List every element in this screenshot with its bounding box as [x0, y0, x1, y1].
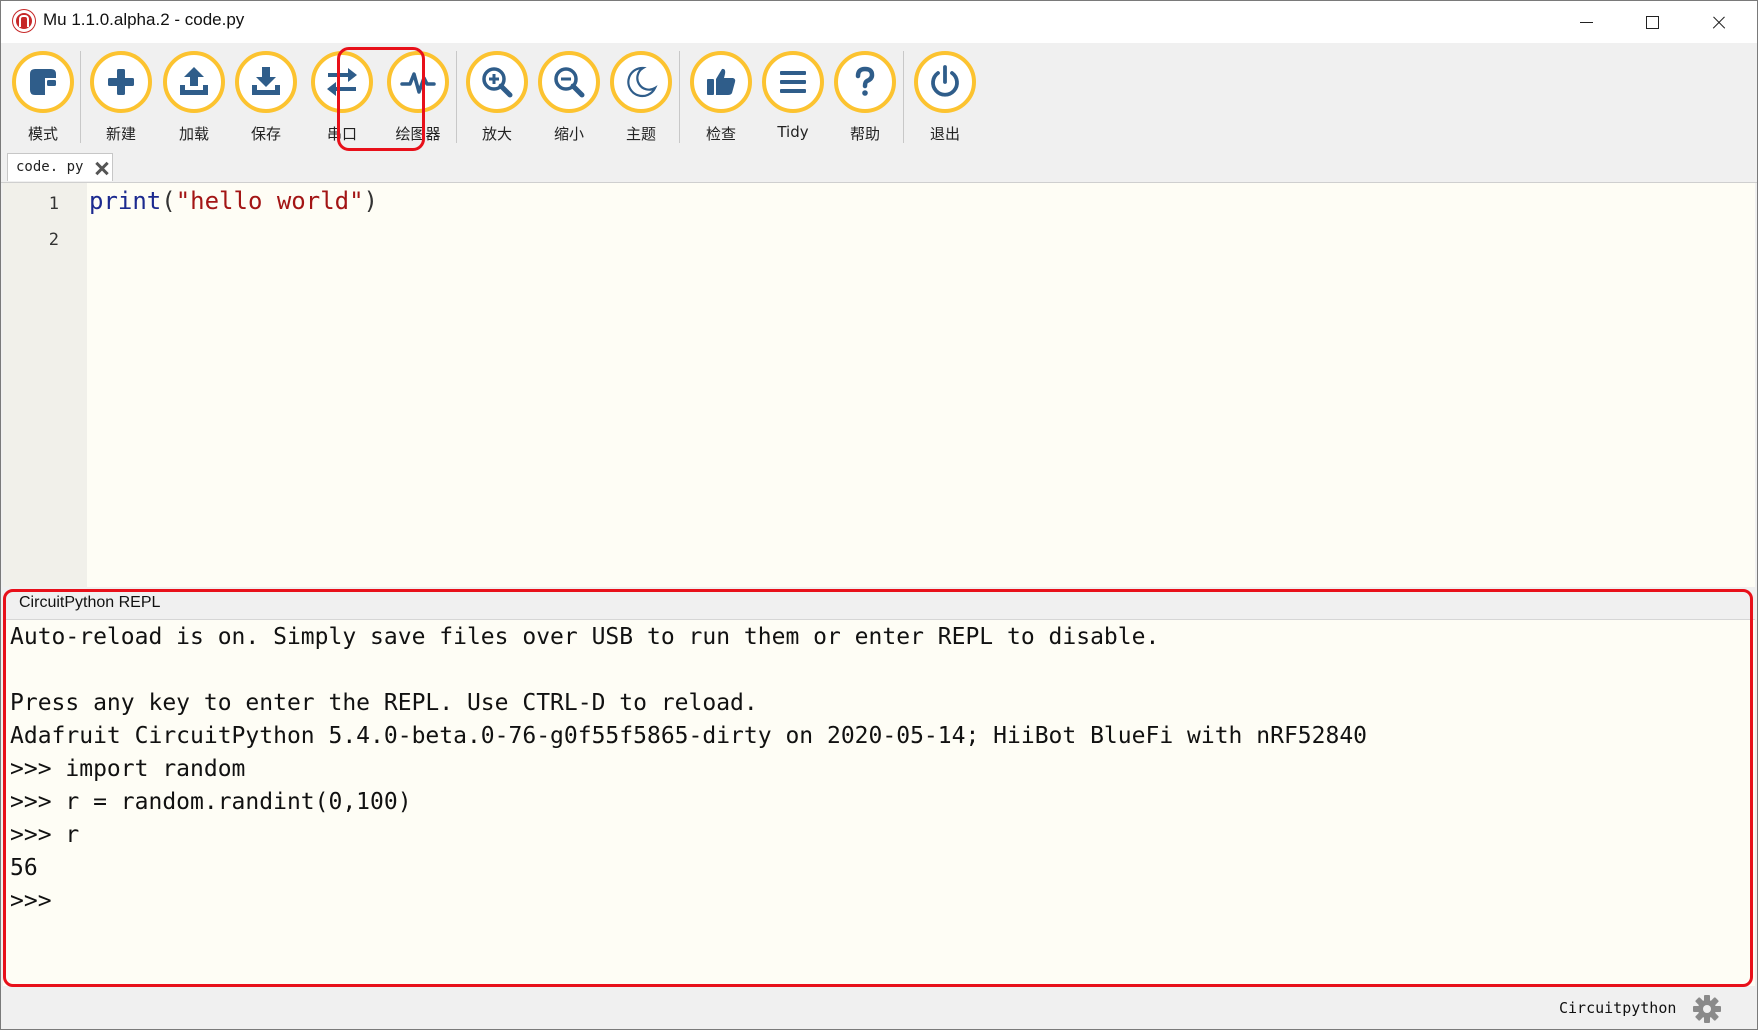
code-keyword: print [89, 187, 162, 215]
window-title: Mu 1.1.0.alpha.2 - code.py [43, 10, 245, 29]
line-number: 1 [48, 194, 59, 214]
zoom-out-icon [554, 67, 585, 98]
mode-indicator[interactable]: Circuitpython [1559, 999, 1676, 1017]
repl-line: >>> r [10, 822, 80, 848]
tab-bar: code. py [1, 151, 1757, 183]
quit-button[interactable]: 退出 [909, 43, 989, 151]
repl-line: Press any key to enter the REPL. Use CTR… [10, 690, 758, 716]
help-label: 帮助 [849, 125, 880, 143]
plotter-button[interactable]: 绘图器 [382, 43, 462, 151]
maximize-button[interactable] [1619, 1, 1685, 43]
gear-icon[interactable] [1691, 993, 1723, 1025]
lines-icon [780, 71, 806, 93]
zoom-in-icon [482, 67, 513, 98]
repl-line: 56 [10, 855, 38, 881]
repl-console[interactable]: Auto-reload is on. Simply save files ove… [3, 620, 1755, 986]
moon-icon [627, 66, 658, 98]
pulse-icon [400, 72, 436, 94]
tab-label: code. py [16, 159, 84, 175]
repl-line: >>> r = random.randint(0,100) [10, 789, 412, 815]
code-editor[interactable]: 1 2 print("hello world") [3, 183, 1755, 587]
repl-prompt[interactable]: >>> [10, 888, 52, 914]
tab-code-py[interactable]: code. py [7, 153, 113, 181]
code-line[interactable]: print("hello world") [89, 187, 378, 215]
help-button[interactable]: 帮助 [829, 43, 909, 151]
power-icon [931, 65, 959, 97]
theme-button[interactable]: 主题 [605, 43, 685, 151]
title-bar: Mu 1.1.0.alpha.2 - code.py [1, 1, 1757, 43]
repl-header: CircuitPython REPL [3, 589, 1755, 620]
tab-close-icon[interactable] [94, 160, 110, 176]
swap-arrows-icon [327, 68, 357, 96]
repl-title: CircuitPython REPL [19, 594, 161, 611]
download-icon [252, 67, 280, 95]
thumbs-up-icon [707, 68, 736, 95]
plus-icon [108, 69, 134, 95]
question-icon [855, 66, 875, 96]
quit-label: 退出 [929, 125, 960, 143]
minimize-button[interactable] [1553, 1, 1619, 43]
repl-line: Adafruit CircuitPython 5.4.0-beta.0-76-g… [10, 723, 1368, 749]
mu-editor-window: Mu 1.1.0.alpha.2 - code.py 模式 新建 加载 保存 串… [0, 0, 1758, 1030]
upload-icon [180, 67, 208, 95]
code-string: "hello world" [175, 187, 364, 215]
mode-icon [30, 69, 56, 95]
line-number-gutter: 1 2 [3, 183, 87, 587]
toolbar: 模式 新建 加载 保存 串口 绘图器 放大 缩小 主题 检查 Tidy 帮助 退… [1, 43, 1757, 151]
repl-line: >>> import random [10, 756, 246, 782]
code-paren: ( [161, 187, 176, 215]
mu-logo-icon [13, 10, 35, 32]
line-number: 2 [48, 230, 59, 250]
code-paren: ) [363, 187, 378, 215]
close-window-button[interactable] [1685, 1, 1751, 43]
status-bar: Circuitpython [1, 989, 1757, 1029]
repl-line: Auto-reload is on. Simply save files ove… [10, 624, 1160, 650]
theme-label: 主题 [625, 125, 656, 143]
